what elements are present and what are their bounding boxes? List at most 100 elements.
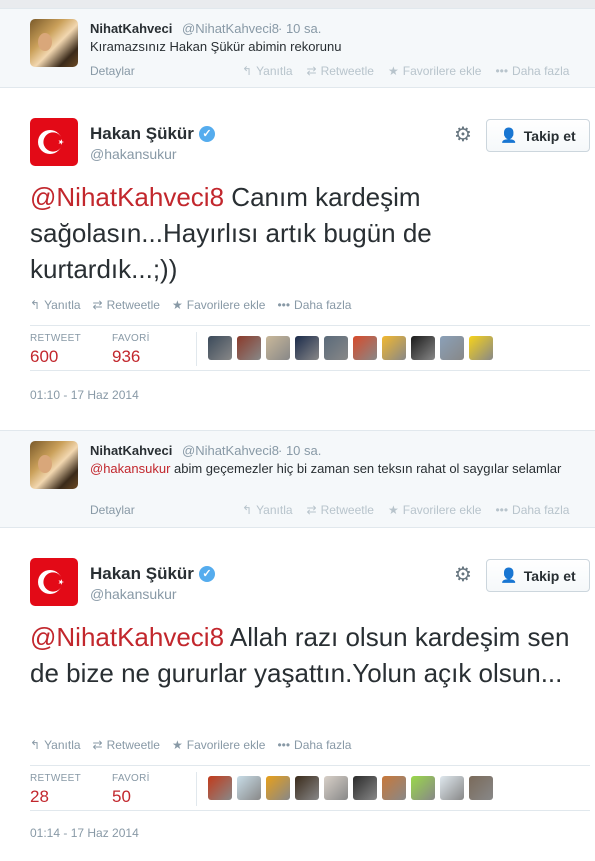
retweet-icon: ⇄ — [92, 298, 103, 312]
reply-tweet-2: NihatKahveci @NihatKahveci8 · 10 sa. @ha… — [0, 430, 595, 528]
follow-label: Takip et — [523, 567, 576, 584]
tweet-text: @NihatKahveci8 Allah razı olsun kardeşim… — [30, 619, 575, 691]
star-icon: ★ — [171, 298, 183, 312]
author-handle[interactable]: @NihatKahveci8 — [182, 443, 279, 458]
star-icon: ★ — [387, 64, 399, 78]
more-icon: ••• — [495, 503, 509, 517]
avatar-nihatkahveci[interactable] — [30, 19, 78, 67]
tweet-date[interactable]: 01:10 - 17 Haz 2014 — [30, 388, 139, 402]
author-name[interactable]: NihatKahveci — [90, 21, 172, 36]
more-action[interactable]: ••• Daha fazla — [495, 64, 569, 78]
tweet-stats: RETWEET 600 FAVORİ 936 — [30, 325, 590, 371]
gear-icon[interactable]: ⚙ — [452, 564, 474, 586]
favorite-label: Favorilere ekle — [186, 298, 266, 312]
avatar-nihatkahveci[interactable] — [30, 441, 78, 489]
avatar-hakansukur[interactable] — [30, 558, 78, 606]
favoriter-avatar[interactable] — [208, 776, 232, 800]
stats-divider — [196, 332, 197, 366]
more-action[interactable]: ••• Daha fazla — [277, 298, 351, 312]
favorite-action[interactable]: ★ Favorilere ekle — [388, 503, 481, 517]
add-user-icon: 👤 — [500, 127, 518, 143]
favoriter-avatar[interactable] — [324, 776, 348, 800]
favorite-stat[interactable]: FAVORİ 936 — [112, 333, 150, 367]
gear-icon[interactable]: ⚙ — [452, 124, 474, 146]
reply-label: Yanıtla — [44, 298, 81, 312]
retweet-action[interactable]: ⇄ Retweetle — [93, 298, 160, 312]
favoriter-avatar[interactable] — [469, 336, 493, 360]
author-name[interactable]: NihatKahveci — [90, 443, 172, 458]
favorite-stat-label: FAVORİ — [112, 333, 150, 344]
favoriter-avatar[interactable] — [266, 776, 290, 800]
details-link[interactable]: Detaylar — [90, 64, 135, 78]
favoriter-avatar[interactable] — [411, 776, 435, 800]
favoriter-avatar[interactable] — [440, 776, 464, 800]
more-label: Daha fazla — [294, 298, 352, 312]
more-icon: ••• — [495, 64, 509, 78]
favorite-action[interactable]: ★ Favorilere ekle — [388, 64, 481, 78]
favoriter-avatar[interactable] — [208, 336, 232, 360]
favoriter-avatar[interactable] — [324, 336, 348, 360]
favorite-label: Favorilere ekle — [186, 738, 266, 752]
author-name-row: Hakan Şükür ✓ — [90, 564, 215, 584]
reply-action[interactable]: ↰ Yanıtla — [242, 64, 293, 78]
favorite-count: 50 — [112, 787, 131, 806]
mention-link[interactable]: @hakansukur — [90, 461, 170, 476]
favoriter-avatar[interactable] — [440, 336, 464, 360]
retweet-stat-label: RETWEET — [30, 773, 81, 784]
tweet-actions: ↰ Yanıtla ⇄ Retweetle ★ Favorilere ekle •••… — [242, 503, 583, 517]
more-label: Daha fazla — [512, 503, 570, 517]
tweet-date[interactable]: 01:14 - 17 Haz 2014 — [30, 826, 139, 840]
reply-action[interactable]: ↰ Yanıtla — [242, 503, 293, 517]
follow-button[interactable]: 👤 Takip et — [486, 559, 590, 592]
retweet-stat[interactable]: RETWEET 28 — [30, 773, 81, 807]
tweet-time[interactable]: · 10 sa. — [278, 21, 321, 36]
author-name[interactable]: Hakan Şükür — [90, 564, 194, 584]
author-name[interactable]: Hakan Şükür — [90, 124, 194, 144]
tweet-body: abim geçemezler hiç bi zaman sen teksın … — [170, 461, 562, 476]
main-tweet-2: Hakan Şükür ✓ @hakansukur ⚙ 👤 Takip et @… — [0, 528, 595, 861]
favoriter-avatar[interactable] — [382, 336, 406, 360]
retweet-action[interactable]: ⇄ Retweetle — [307, 64, 374, 78]
favorite-stat[interactable]: FAVORİ 50 — [112, 773, 150, 807]
retweet-label: Retweetle — [320, 503, 374, 517]
reply-action[interactable]: ↰ Yanıtla — [30, 738, 81, 752]
details-link[interactable]: Detaylar — [90, 503, 135, 517]
favoriter-avatar[interactable] — [382, 776, 406, 800]
favorite-action[interactable]: ★ Favorilere ekle — [172, 738, 265, 752]
favoriter-avatar[interactable] — [295, 776, 319, 800]
stats-divider — [196, 772, 197, 806]
favorite-label: Favorilere ekle — [402, 64, 482, 78]
favoriter-avatar[interactable] — [266, 336, 290, 360]
retweet-action[interactable]: ⇄ Retweetle — [307, 503, 374, 517]
retweet-icon: ⇄ — [92, 738, 103, 752]
favorite-stat-label: FAVORİ — [112, 773, 150, 784]
reply-action[interactable]: ↰ Yanıtla — [30, 298, 81, 312]
retweet-action[interactable]: ⇄ Retweetle — [93, 738, 160, 752]
favoriter-avatar[interactable] — [411, 336, 435, 360]
retweet-icon: ⇄ — [306, 64, 317, 78]
favoriter-avatar[interactable] — [353, 336, 377, 360]
author-handle[interactable]: @hakansukur — [90, 586, 177, 602]
mention-link[interactable]: @NihatKahveci8 — [30, 622, 224, 652]
reply-icon: ↰ — [242, 64, 253, 78]
reply-label: Yanıtla — [44, 738, 81, 752]
tweet-text: Kıramazsınız Hakan Şükür abimin rekorunu — [90, 39, 342, 54]
favoriter-avatar[interactable] — [469, 776, 493, 800]
more-action[interactable]: ••• Daha fazla — [277, 738, 351, 752]
favorite-action[interactable]: ★ Favorilere ekle — [172, 298, 265, 312]
favoriter-avatar[interactable] — [295, 336, 319, 360]
avatar-hakansukur[interactable] — [30, 118, 78, 166]
more-action[interactable]: ••• Daha fazla — [495, 503, 569, 517]
retweet-stat[interactable]: RETWEET 600 — [30, 333, 81, 367]
follow-button[interactable]: 👤 Takip et — [486, 119, 590, 152]
retweet-label: Retweetle — [106, 298, 160, 312]
author-handle[interactable]: @NihatKahveci8 — [182, 21, 279, 36]
tweet-time[interactable]: · 10 sa. — [278, 443, 321, 458]
favoriter-avatar[interactable] — [237, 776, 261, 800]
mention-link[interactable]: @NihatKahveci8 — [30, 182, 224, 212]
retweet-count: 600 — [30, 347, 59, 366]
more-icon: ••• — [277, 738, 291, 752]
favoriter-avatar[interactable] — [353, 776, 377, 800]
favoriter-avatar[interactable] — [237, 336, 261, 360]
author-handle[interactable]: @hakansukur — [90, 146, 177, 162]
